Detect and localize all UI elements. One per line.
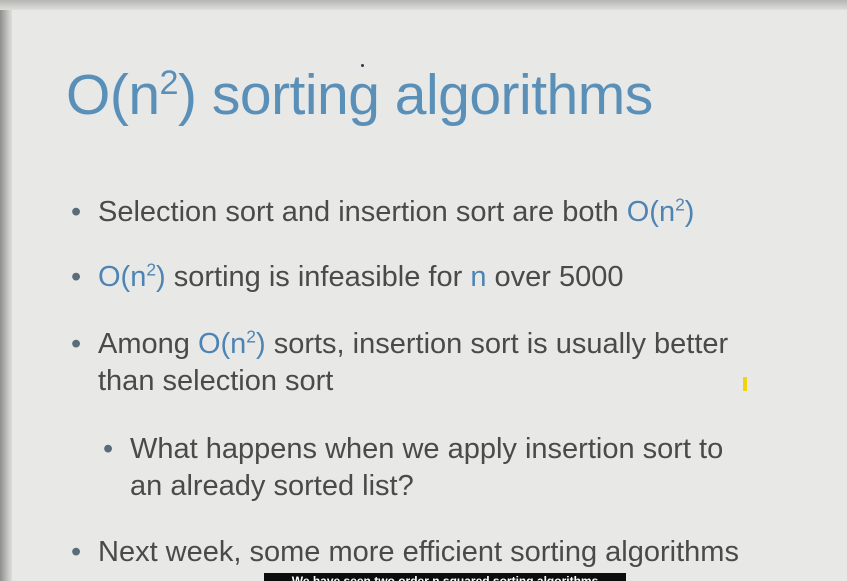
- bullet-dot: •: [103, 433, 114, 465]
- bullet-dot: •: [71, 196, 82, 228]
- bullet-next-week: • Next week, some more efficient sorting…: [71, 534, 739, 571]
- bullet-selection-insertion: • Selection sort and insertion sort are …: [71, 194, 694, 231]
- bullet-infeasible: • O(n2) sorting is infeasible for n over…: [71, 259, 624, 296]
- bullet-dot: •: [71, 261, 82, 293]
- bullet-insertion-better: • Among O(n2) sorts, insertion sort is u…: [71, 326, 729, 397]
- bullet-dot: •: [71, 328, 82, 360]
- slide-frame-top: [0, 0, 847, 10]
- text-cursor-marker: [743, 377, 747, 391]
- sub-bullet-question: • What happens when we apply insertion s…: [103, 433, 724, 502]
- slide-title: O(n2) sorting algorithms: [66, 63, 653, 127]
- lecture-slide: O(n2) sorting algorithms • Selection sor…: [0, 0, 847, 581]
- slide-frame-edge: [0, 0, 12, 581]
- bullet-dot: •: [71, 536, 82, 568]
- video-caption: We have seen two order n squared sorting…: [264, 573, 626, 581]
